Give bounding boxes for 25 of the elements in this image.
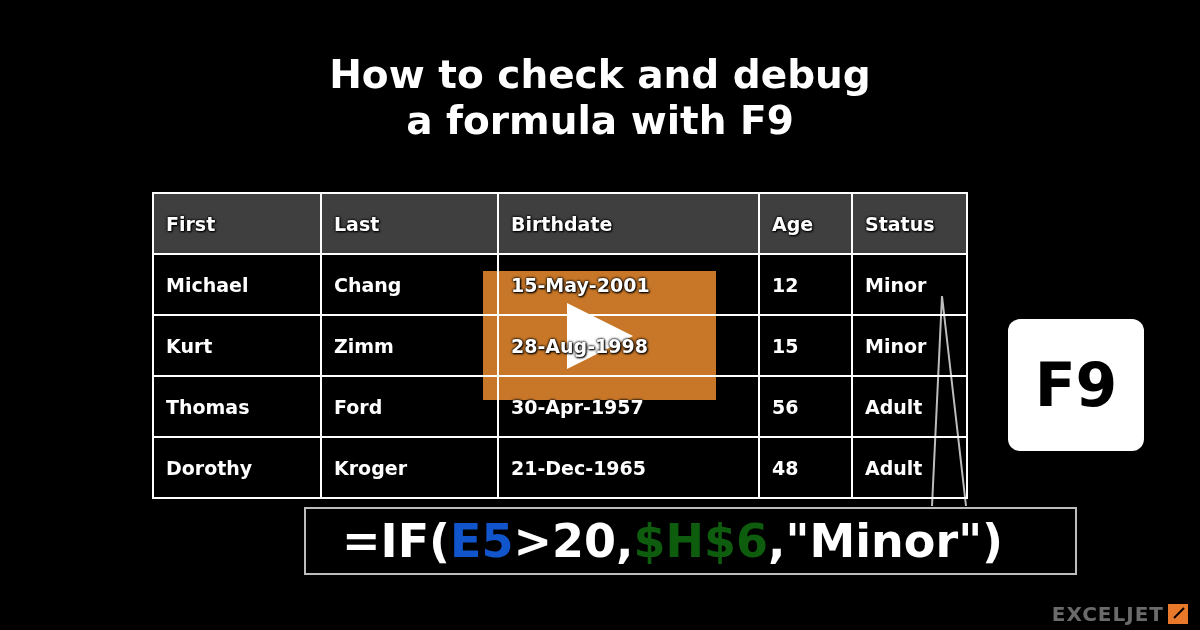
column-header: Status: [852, 193, 967, 254]
logo-icon: [1168, 604, 1188, 624]
column-header: First: [153, 193, 321, 254]
table-cell: 12: [759, 254, 852, 315]
column-header: Age: [759, 193, 852, 254]
table-cell: Kurt: [153, 315, 321, 376]
table-cell: Michael: [153, 254, 321, 315]
logo-text: EXCELJET: [1051, 602, 1164, 626]
table-cell: Adult: [852, 437, 967, 498]
table-cell: 48: [759, 437, 852, 498]
table-cell: Kroger: [321, 437, 498, 498]
table-cell: 21-Dec-1965: [498, 437, 759, 498]
f9-key: F9: [1008, 319, 1144, 451]
column-header: Birthdate: [498, 193, 759, 254]
table-cell: 56: [759, 376, 852, 437]
play-button[interactable]: [483, 271, 716, 400]
formula-text: =IF(E5>20,$H$6,"Minor"): [304, 507, 1077, 575]
table-cell: Minor: [852, 254, 967, 315]
table-cell: Thomas: [153, 376, 321, 437]
table-cell: 15: [759, 315, 852, 376]
column-header: Last: [321, 193, 498, 254]
video-title: How to check and debug a formula with F9: [328, 52, 872, 144]
table-cell: Dorothy: [153, 437, 321, 498]
table-cell: Adult: [852, 376, 967, 437]
table-cell: Minor: [852, 315, 967, 376]
